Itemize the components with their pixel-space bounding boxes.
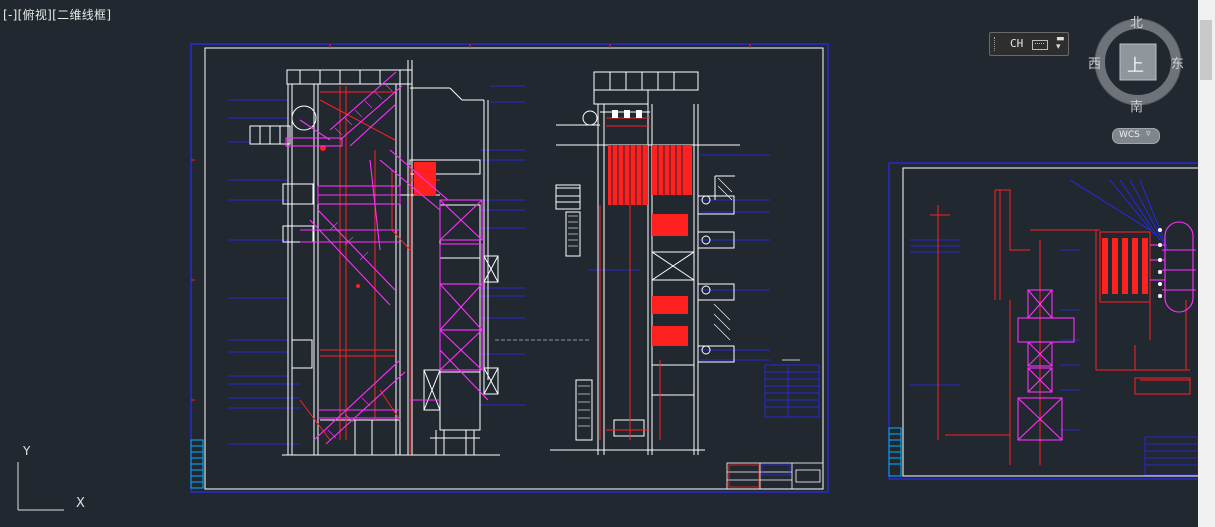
toolbar-options-icon[interactable]: ▬ ▾ bbox=[1056, 35, 1065, 52]
viewcube-face-label[interactable]: 上 bbox=[1127, 51, 1144, 76]
scrollbar-thumb[interactable] bbox=[1200, 20, 1212, 80]
title-block bbox=[726, 462, 824, 490]
keyboard-icon[interactable] bbox=[1032, 40, 1048, 50]
compass-east-label[interactable]: 东 bbox=[1171, 53, 1184, 72]
wcs-menu[interactable]: WCS ▿ bbox=[1112, 128, 1160, 144]
viewcube[interactable]: 北 南 东 西 上 bbox=[1087, 12, 1189, 115]
ime-language-toolbar[interactable]: CH ▬ ▾ bbox=[989, 32, 1069, 56]
toolbar-grip[interactable] bbox=[994, 37, 998, 51]
boiler-elevation-right bbox=[550, 71, 770, 455]
ucs-x-label: X bbox=[76, 496, 85, 511]
ucs-y-label: Y bbox=[23, 444, 31, 458]
drawing-sheet-schematic bbox=[888, 162, 1198, 480]
wcs-label: WCS bbox=[1119, 130, 1140, 140]
ime-language-indicator[interactable]: CH bbox=[1010, 37, 1023, 50]
drawing-sheet-main bbox=[190, 43, 829, 493]
compass-north-label[interactable]: 北 bbox=[1130, 12, 1143, 31]
compass-west-label[interactable]: 西 bbox=[1088, 53, 1101, 72]
parts-table bbox=[764, 359, 820, 418]
chevron-down-icon: ▿ bbox=[1146, 129, 1151, 139]
drawing-canvas[interactable] bbox=[0, 0, 1198, 527]
boiler-elevation-left bbox=[228, 60, 590, 456]
compass-south-label[interactable]: 南 bbox=[1130, 96, 1143, 115]
ucs-icon: Y X bbox=[8, 444, 88, 520]
vertical-scrollbar[interactable] bbox=[1198, 0, 1215, 527]
